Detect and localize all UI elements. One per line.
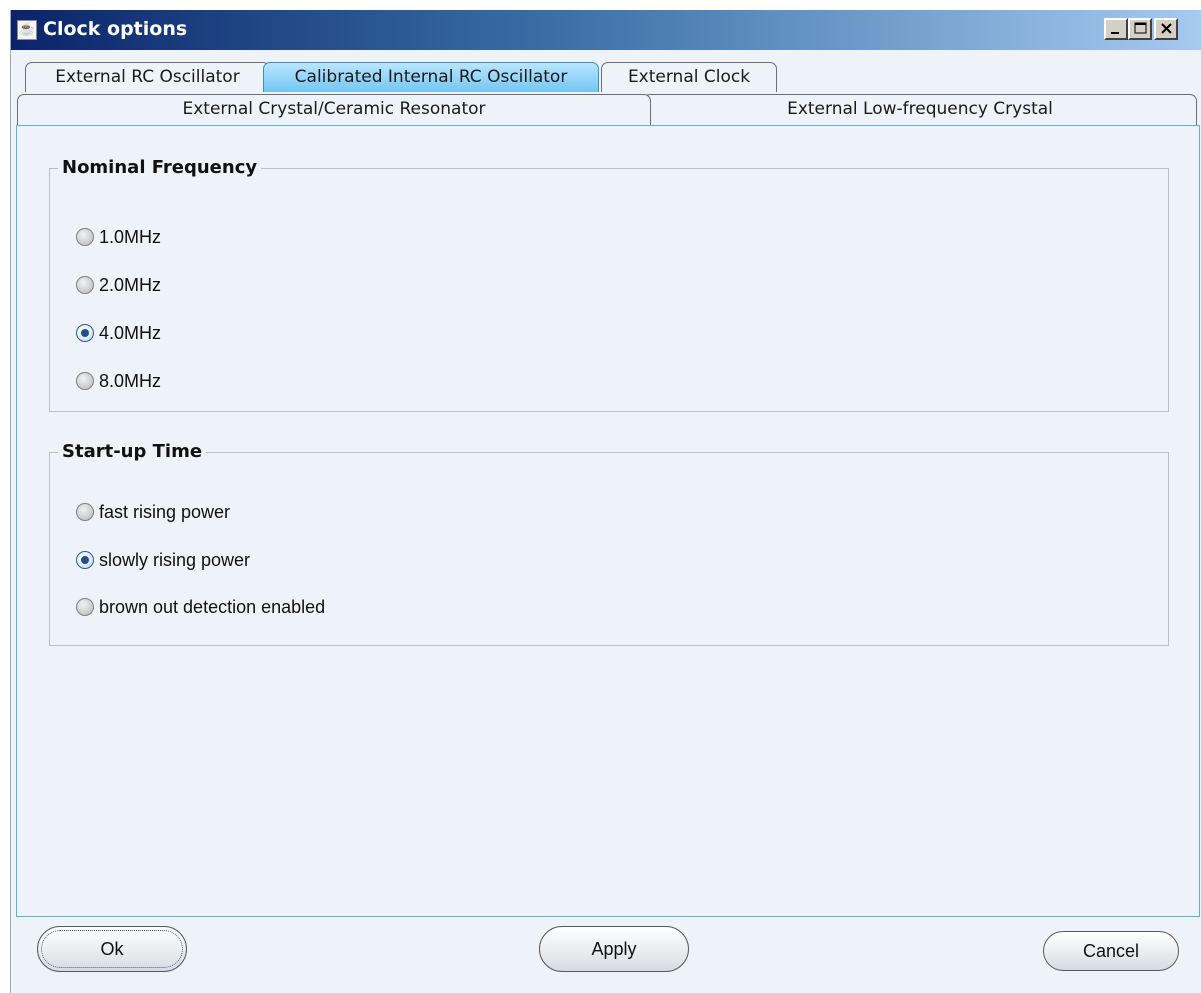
radio-button-selected-icon[interactable] — [76, 324, 94, 342]
nominal-frequency-group: Nominal Frequency 1.0MHz 2.0MHz 4.0MHz 8… — [49, 157, 1169, 412]
radio-label: fast rising power — [99, 501, 231, 522]
tab-content-panel: Nominal Frequency 1.0MHz 2.0MHz 4.0MHz 8… — [16, 125, 1200, 917]
radio-button-icon[interactable] — [76, 503, 94, 521]
minimize-button[interactable] — [1104, 18, 1128, 40]
tab-external-clock[interactable]: External Clock — [601, 62, 777, 92]
radio-label: 8.0MHz — [99, 370, 162, 391]
radio-slowly-rising-power[interactable]: slowly rising power — [76, 547, 250, 573]
close-button[interactable] — [1154, 18, 1178, 40]
nominal-frequency-legend: Nominal Frequency — [58, 157, 262, 178]
focus-ring — [41, 930, 183, 968]
startup-time-group: Start-up Time fast rising power slowly r… — [49, 441, 1169, 646]
radio-button-icon[interactable] — [76, 228, 94, 246]
radio-4-0mhz[interactable]: 4.0MHz — [76, 320, 161, 346]
radio-button-icon[interactable] — [76, 598, 94, 616]
radio-brown-out-detection-enabled[interactable]: brown out detection enabled — [76, 594, 325, 620]
startup-time-legend: Start-up Time — [58, 441, 207, 462]
radio-label: 2.0MHz — [99, 274, 162, 295]
radio-fast-rising-power[interactable]: fast rising power — [76, 499, 230, 525]
maximize-icon — [1134, 22, 1147, 34]
ok-button[interactable]: Ok — [37, 926, 187, 972]
radio-label: brown out detection enabled — [99, 596, 326, 617]
radio-2-0mhz[interactable]: 2.0MHz — [76, 272, 161, 298]
radio-1-0mhz[interactable]: 1.0MHz — [76, 224, 161, 250]
minimize-icon — [1111, 32, 1119, 34]
radio-label: slowly rising power — [99, 549, 251, 570]
radio-button-icon[interactable] — [76, 276, 94, 294]
cancel-button-label: Cancel — [1082, 941, 1140, 961]
apply-button[interactable]: Apply — [539, 926, 689, 972]
radio-button-icon[interactable] — [76, 372, 94, 390]
apply-button-label: Apply — [591, 939, 637, 959]
close-icon — [1161, 23, 1172, 34]
radio-label: 4.0MHz — [99, 322, 162, 343]
radio-button-selected-icon[interactable] — [76, 551, 94, 569]
maximize-button[interactable] — [1128, 18, 1152, 40]
tab-calibrated-internal-rc-oscillator[interactable]: Calibrated Internal RC Oscillator — [263, 62, 599, 92]
clock-options-window: ☕ Clock options External RC Oscillator E… — [10, 10, 1201, 993]
java-cup-icon: ☕ — [17, 20, 37, 40]
radio-8-0mhz[interactable]: 8.0MHz — [76, 368, 161, 394]
tab-external-rc-oscillator[interactable]: External RC Oscillator — [25, 62, 270, 92]
tab-external-low-frequency-crystal[interactable]: External Low-frequency Crystal — [643, 94, 1197, 126]
radio-label: 1.0MHz — [99, 226, 162, 247]
window-title: Clock options — [43, 18, 188, 40]
title-bar[interactable]: ☕ Clock options — [11, 10, 1201, 50]
tab-external-crystal-ceramic-resonator[interactable]: External Crystal/Ceramic Resonator — [17, 94, 651, 126]
cancel-button[interactable]: Cancel — [1043, 931, 1179, 971]
